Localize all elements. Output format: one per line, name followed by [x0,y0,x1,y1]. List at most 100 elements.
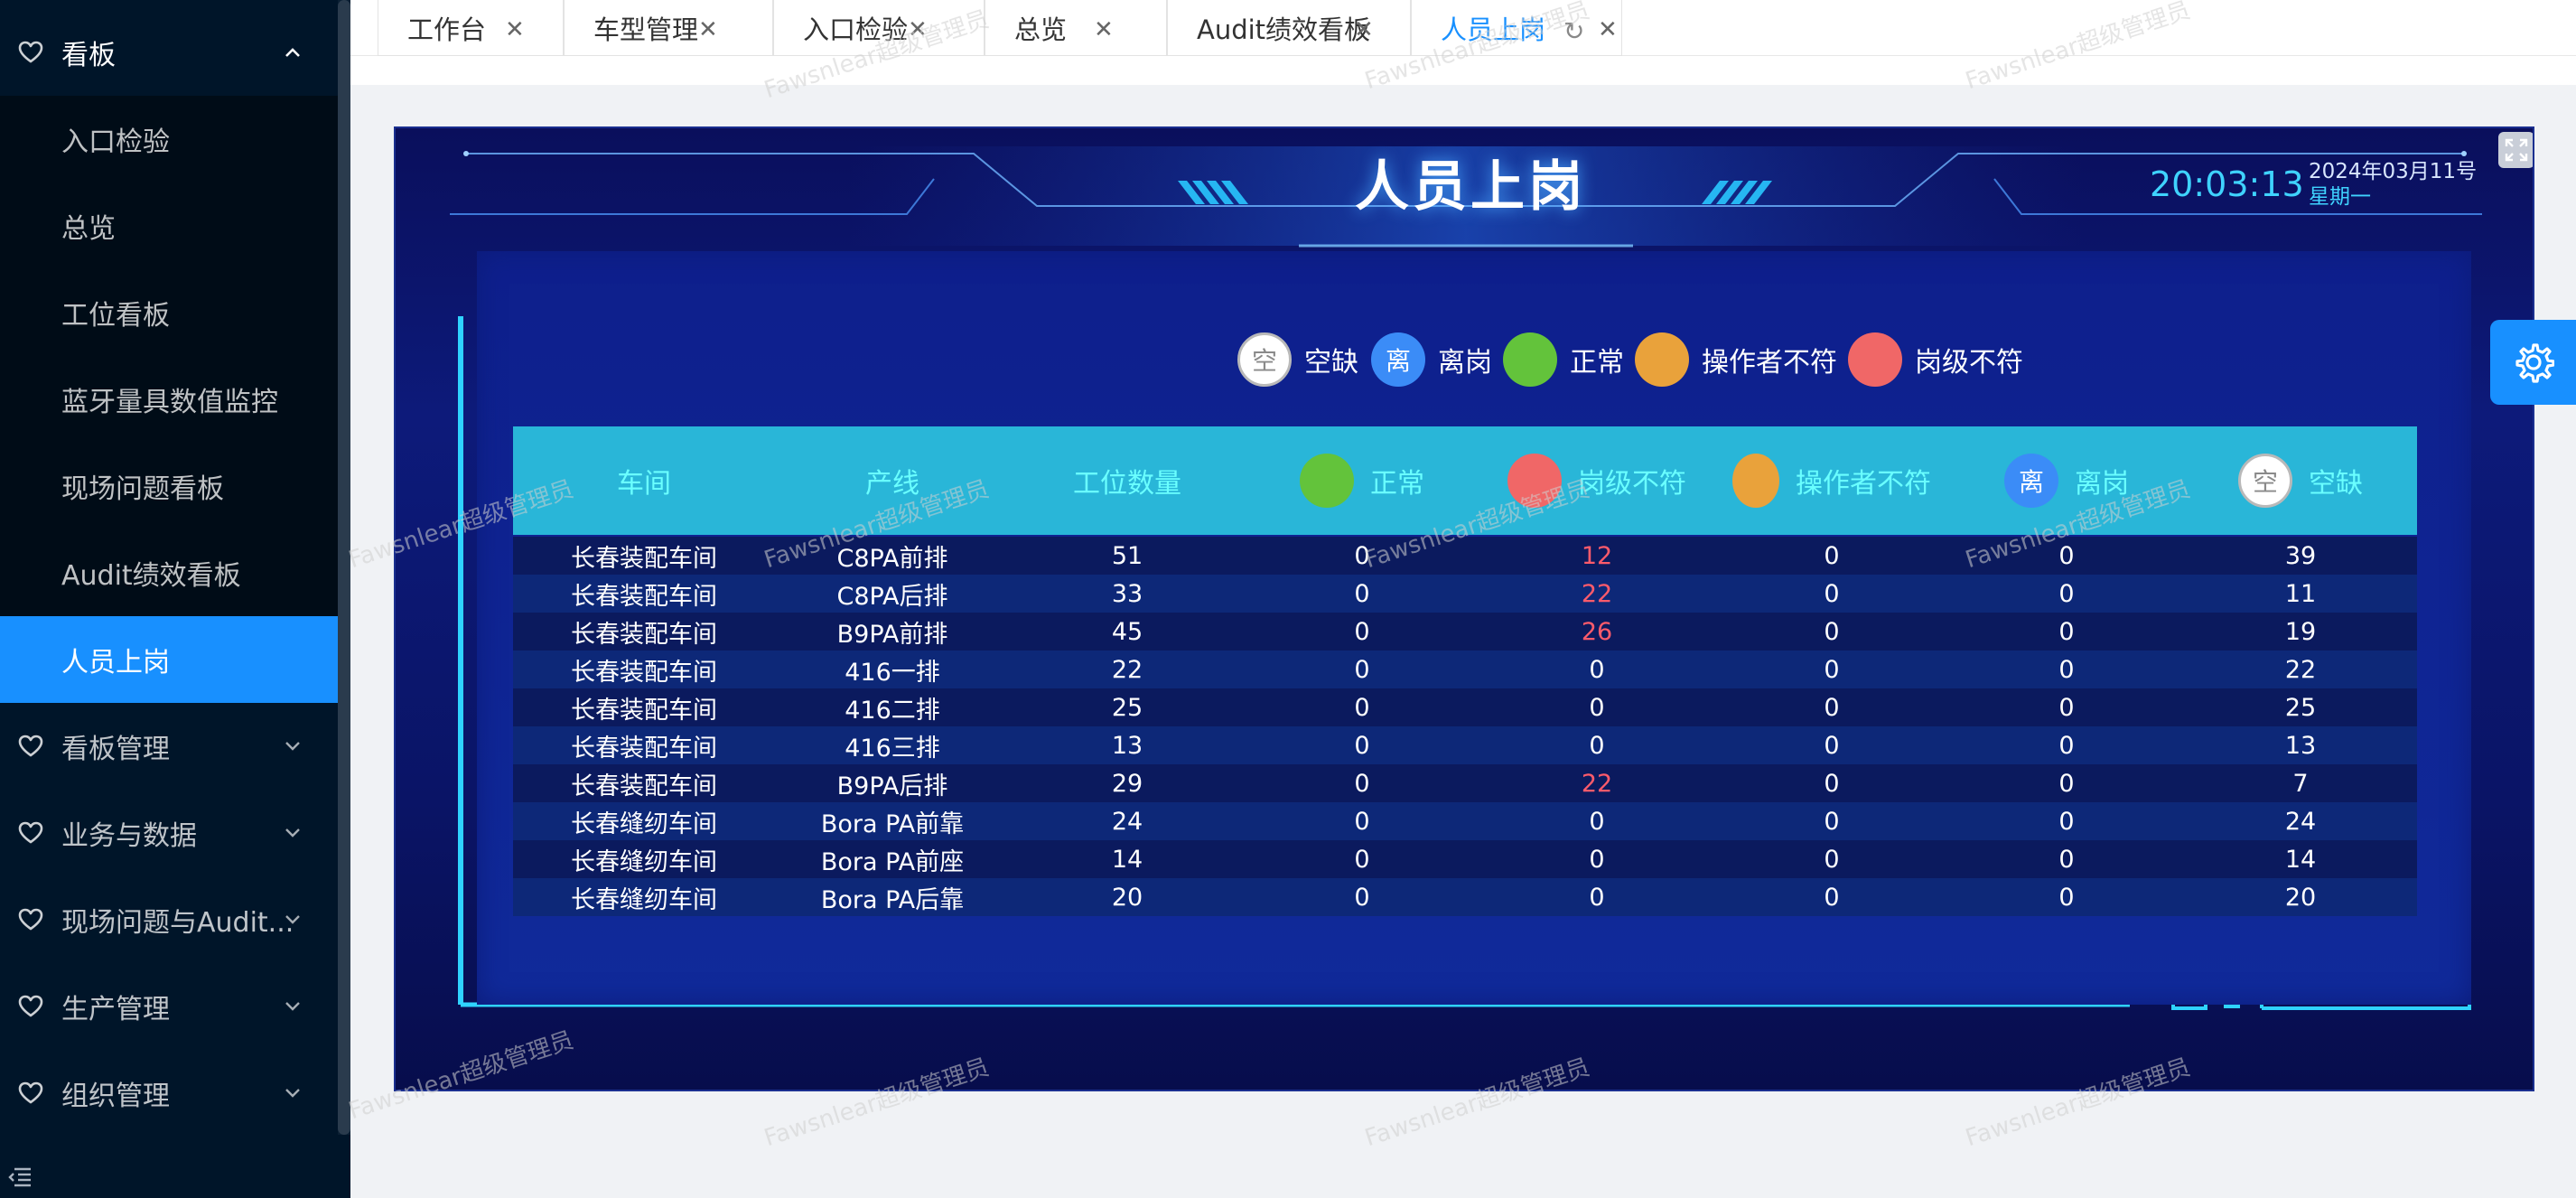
tab-label: 车型管理 [593,14,699,45]
close-icon[interactable]: ✕ [1354,16,1374,43]
cell-empty: 25 [2284,693,2317,722]
cell-count: 25 [1111,693,1143,722]
sidebar-item[interactable]: 总览 [0,183,338,269]
cell-workshop: 长春装配车间 [571,544,717,573]
chevron-down-icon [280,994,305,1019]
cell-count: 29 [1111,769,1143,798]
table-row[interactable]: 长春缝纫车间 Bora PA后靠 20 0 0 0 0 20 [513,878,2417,916]
table-row[interactable]: 长春缝纫车间 Bora PA前座 14 0 0 0 0 14 [513,840,2417,878]
table-row[interactable]: 长春装配车间 B9PA前排 45 0 26 0 0 19 [513,613,2417,650]
sidebar-item[interactable]: 人员上岗 [0,616,338,703]
staffing-board: 人员上岗 20:03:13 2024年03月11号 星期一 空空缺离离岗 正常 操作… [394,126,2534,1091]
table-row[interactable]: 长春装配车间 416三排 13 0 0 0 0 13 [513,726,2417,764]
date-block: 2024年03月11号 星期一 [2309,159,2477,210]
sidebar-item[interactable]: Audit绩效看板 [0,529,338,616]
col-leave-label: 离岗 [2075,468,2129,500]
sidebar-item-label: 组织管理 [61,1081,170,1112]
legend-status-icon: 空 [1237,332,1292,387]
sidebar-item-label: 业务与数据 [61,820,197,852]
sidebar-item[interactable]: 组织管理 [0,1050,338,1137]
tab-item[interactable]: 车型管理 ✕ [564,0,773,56]
cell-leave: 0 [2058,617,2075,646]
sidebar-item[interactable]: 蓝牙量具数值监控 [0,356,338,443]
reload-icon[interactable]: ↻ [1563,16,1584,46]
col-grade: 岗级不符 [1479,426,1714,535]
close-icon[interactable]: ✕ [698,16,718,43]
close-icon[interactable]: ✕ [908,16,928,43]
cell-leave: 0 [2058,579,2075,608]
legend-item: 岗级不符 [1848,332,2023,387]
col-operator: 操作者不符 [1714,426,1949,535]
tab-item[interactable]: Audit绩效看板 ✕ [1167,0,1411,56]
legend-status-icon: 离 [1371,332,1425,387]
tab-item[interactable]: 总览 ✕ [985,0,1167,56]
heart-icon [18,1078,49,1109]
cell-count: 13 [1111,731,1143,760]
tab-item[interactable]: 入口检验 ✕ [773,0,985,56]
cell-grade: 22 [1581,769,1613,798]
sidebar-item[interactable]: 入口检验 [0,96,338,183]
sidebar-item[interactable]: 现场问题与Audit... [0,876,338,963]
sidebar-item[interactable]: 工位看板 [0,269,338,356]
table-row[interactable]: 长春装配车间 416一排 22 0 0 0 0 22 [513,650,2417,688]
cell-workshop: 长春装配车间 [571,582,717,611]
heart-icon [18,818,49,848]
col-operator-label: 操作者不符 [1796,468,1931,500]
cell-leave: 0 [2058,731,2075,760]
close-icon[interactable]: ✕ [1094,16,1114,43]
content-header-strip [350,56,2576,85]
sidebar-item[interactable]: 看板管理 [0,703,338,790]
cell-workshop: 长春装配车间 [571,658,717,687]
table-row[interactable]: 长春装配车间 B9PA后排 29 0 22 0 0 7 [513,764,2417,802]
col-empty: 空空缺 [2184,426,2417,535]
sidebar-scrollbar[interactable] [338,0,350,1135]
legend-label: 正常 [1570,347,1624,379]
table-row[interactable]: 长春装配车间 C8PA后排 33 0 22 0 0 11 [513,575,2417,613]
cell-workshop: 长春装配车间 [571,620,717,649]
cell-leave: 0 [2058,845,2075,874]
cell-count: 45 [1111,617,1143,646]
table-row[interactable]: 长春装配车间 C8PA前排 51 0 12 0 0 39 [513,537,2417,575]
heart-icon [18,37,49,68]
menu-fold-icon[interactable] [7,1165,34,1189]
cell-count: 14 [1111,845,1143,874]
col-count: 工位数量 [1073,468,1181,500]
sidebar-item[interactable]: 业务与数据 [0,790,338,876]
close-icon[interactable]: ✕ [1598,16,1618,43]
tab-label: 总览 [1014,14,1068,45]
tab-item[interactable]: 人员上岗 ↻ ✕ [1411,0,1622,56]
sidebar-item[interactable]: 看板 [0,9,338,96]
cell-operator: 0 [1824,693,1840,722]
cell-operator: 0 [1824,655,1840,684]
chevron-up-icon [280,40,305,65]
legend-status-icon [1635,332,1689,387]
cell-workshop: 长春装配车间 [571,772,717,800]
cell-line: B9PA前排 [836,620,948,649]
cell-empty: 11 [2284,579,2317,608]
legend-item: 离离岗 [1371,332,1492,387]
sidebar-item[interactable]: 现场问题看板 [0,443,338,529]
close-icon[interactable]: ✕ [505,16,525,43]
cell-count: 22 [1111,655,1143,684]
cell-empty: 14 [2284,845,2317,874]
col-normal: 正常 [1245,426,1479,535]
tab-item[interactable]: 工作台 ✕ [378,0,564,56]
cell-leave: 0 [2058,883,2075,912]
sidebar-scrollbar-thumb[interactable] [338,0,350,1135]
sidebar-item[interactable]: 生产管理 [0,963,338,1050]
cell-count: 20 [1111,883,1143,912]
legend-label: 操作者不符 [1702,347,1837,379]
sidebar-item-label: 现场问题与Audit... [61,907,294,939]
legend-status-icon [1503,332,1557,387]
sidebar-item-label: 看板管理 [61,734,170,765]
cell-grade: 0 [1589,883,1605,912]
cell-grade: 0 [1589,693,1605,722]
cell-count: 51 [1111,541,1143,570]
table-row[interactable]: 长春缝纫车间 Bora PA前靠 24 0 0 0 0 24 [513,802,2417,840]
table-row[interactable]: 长春装配车间 416二排 25 0 0 0 0 25 [513,688,2417,726]
settings-gear-icon[interactable] [2490,320,2576,405]
cell-grade: 0 [1589,807,1605,836]
cell-line: 416三排 [845,734,940,763]
cell-leave: 0 [2058,807,2075,836]
fullscreen-icon[interactable] [2498,132,2533,168]
